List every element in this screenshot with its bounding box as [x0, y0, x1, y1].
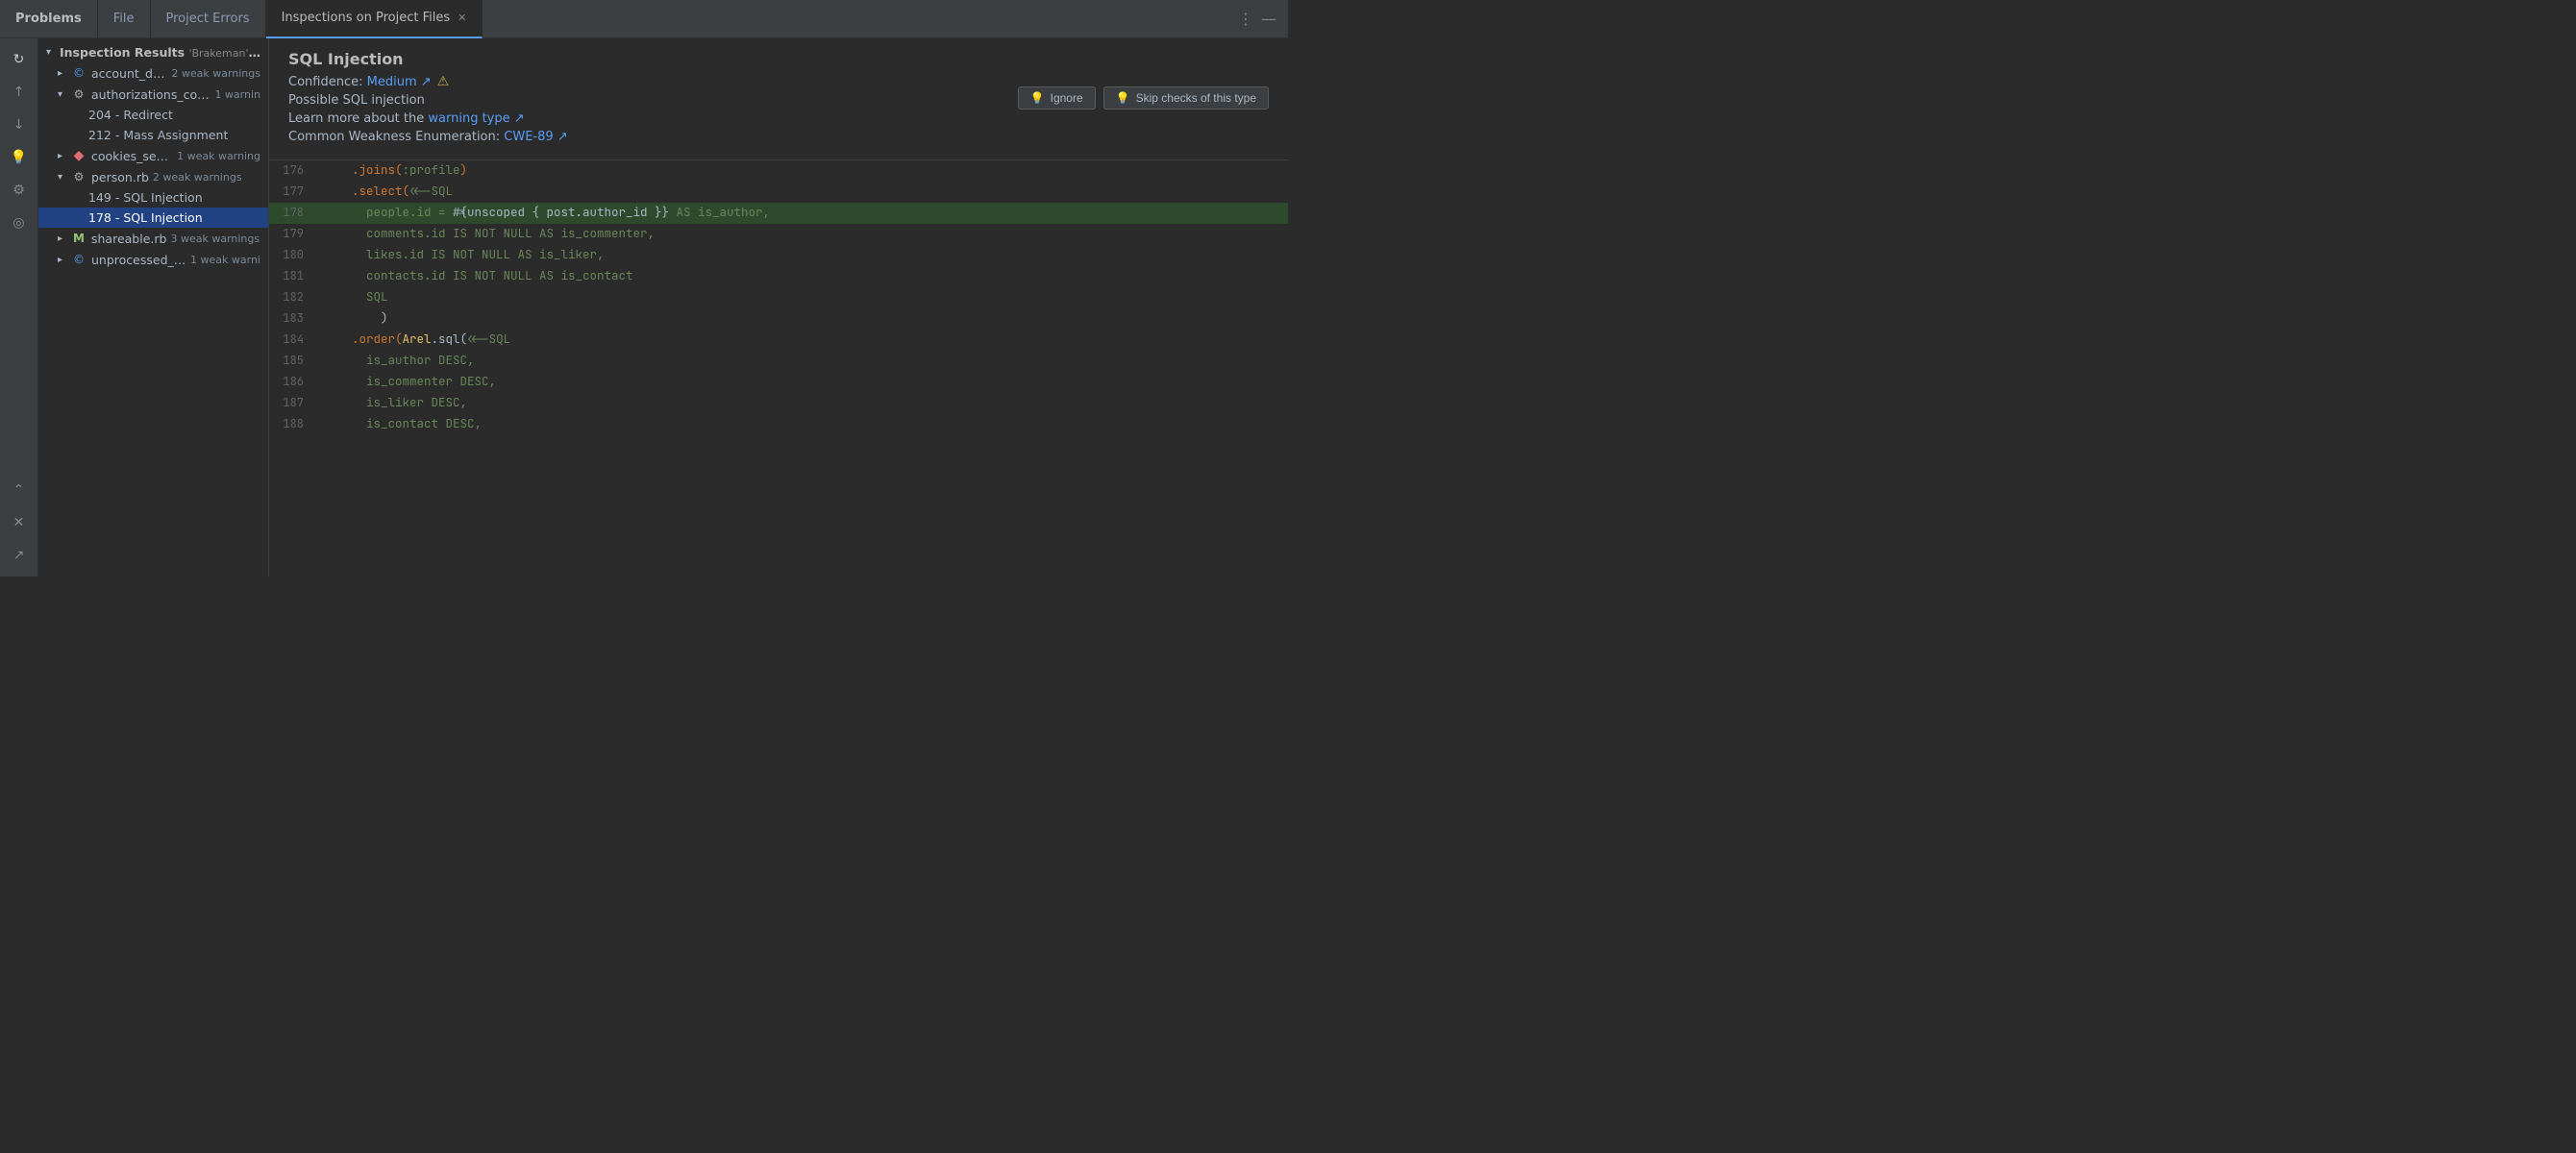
authorizations-arrow-icon: ▾: [58, 89, 71, 100]
ignore-bulb-icon: 💡: [1030, 91, 1045, 105]
inspection-root[interactable]: ▾ Inspection Results 'Brakeman' profile …: [38, 42, 268, 62]
code-line-184: 184 .order(Arel.sql(<<-SQL: [269, 330, 1288, 351]
code-line-181: 181 contacts.id IS NOT NULL AS is_contac…: [269, 266, 1288, 287]
down-icon[interactable]: ↓: [6, 111, 33, 138]
confidence-link[interactable]: Medium ↗: [367, 75, 432, 89]
person-file-icon: ⚙: [71, 169, 87, 184]
tree-item-unprocessed-image[interactable]: ▸ © unprocessed_image.rb 1 weak warni: [38, 249, 268, 270]
root-arrow-icon: ▾: [46, 47, 60, 58]
close-panel-icon[interactable]: ✕: [6, 509, 33, 536]
authorizations-file-icon: ⚙: [71, 86, 87, 102]
tree-item-authorizations-controller[interactable]: ▾ ⚙ authorizations_controller.rb 1 warni…: [38, 84, 268, 105]
collapse-icon[interactable]: ⌃: [6, 477, 33, 503]
code-line-188: 188 is_contact DESC,: [269, 414, 1288, 435]
detail-title: SQL Injection: [288, 50, 1269, 68]
unprocessed-arrow-icon: ▸: [58, 255, 71, 265]
shareable-arrow-icon: ▸: [58, 233, 71, 244]
action-buttons: 💡 Ignore 💡 Skip checks of this type: [1018, 86, 1269, 110]
more-options-icon[interactable]: ⋮: [1238, 10, 1253, 28]
content-panel: SQL Injection Confidence: Medium ↗ ⚠ Pos…: [269, 38, 1288, 576]
unprocessed-file-icon: ©: [71, 252, 87, 267]
tree-item-cookies-serializer[interactable]: ▸ ◆ cookies_serializer.rb 1 weak warning: [38, 145, 268, 166]
tree-item-shareable[interactable]: ▸ M shareable.rb 3 weak warnings: [38, 228, 268, 249]
code-line-185: 185 is_author DESC,: [269, 351, 1288, 372]
bulb-icon[interactable]: 💡: [6, 144, 33, 171]
shareable-file-icon: M: [71, 231, 87, 246]
skip-checks-button[interactable]: 💡 Skip checks of this type: [1103, 86, 1269, 110]
tree-item-person[interactable]: ▾ ⚙ person.rb 2 weak warnings: [38, 166, 268, 187]
cwe-link[interactable]: CWE-89 ↗: [504, 130, 567, 144]
cookies-file-icon: ◆: [71, 148, 87, 163]
warning-type-link[interactable]: warning type ↗: [428, 111, 524, 126]
warning-triangle-icon: ⚠: [437, 74, 450, 89]
info-section: SQL Injection Confidence: Medium ↗ ⚠ Pos…: [269, 38, 1288, 160]
eye-icon[interactable]: ◎: [6, 209, 33, 236]
tab-problems[interactable]: Problems: [0, 0, 98, 38]
confidence-label: Confidence:: [288, 75, 362, 89]
code-line-180: 180 likes.id IS NOT NULL AS is_liker,: [269, 245, 1288, 266]
code-line-179: 179 comments.id IS NOT NULL AS is_commen…: [269, 224, 1288, 245]
cookies-arrow-icon: ▸: [58, 151, 71, 161]
tree-item-sql-injection-149[interactable]: ▸ 149 - SQL Injection: [38, 187, 268, 208]
learn-more-row: Learn more about the warning type ↗: [288, 111, 1269, 126]
code-line-176: 176 .joins(:profile): [269, 160, 1288, 182]
tab-bar: Problems File Project Errors Inspections…: [0, 0, 1288, 38]
code-line-183: 183 ): [269, 308, 1288, 330]
settings-icon[interactable]: ⚙: [6, 177, 33, 204]
tree-item-sql-injection-178[interactable]: ▸ 178 - SQL Injection: [38, 208, 268, 228]
code-line-186: 186 is_commenter DESC,: [269, 372, 1288, 393]
code-view: 176 .joins(:profile) 177 .select(<<-SQL …: [269, 160, 1288, 576]
account-deleter-arrow-icon: ▸: [58, 68, 71, 79]
tree-item-redirect[interactable]: ▸ 204 - Redirect: [38, 105, 268, 125]
ignore-button[interactable]: 💡 Ignore: [1018, 86, 1096, 110]
tab-project-errors[interactable]: Project Errors: [151, 0, 266, 38]
sidebar-icons: ↻ ↑ ↓ 💡 ⚙ ◎ ⌃ ✕ ↗: [0, 38, 38, 576]
tree-item-mass-assignment[interactable]: ▸ 212 - Mass Assignment: [38, 125, 268, 145]
close-tab-icon[interactable]: ✕: [458, 12, 466, 24]
tree-panel: ▾ Inspection Results 'Brakeman' profile …: [38, 38, 269, 576]
minimize-icon[interactable]: —: [1261, 10, 1276, 28]
refresh-icon[interactable]: ↻: [6, 46, 33, 73]
export-icon[interactable]: ↗: [6, 542, 33, 569]
code-line-178: 178 people.id = #{unscoped { post.author…: [269, 203, 1288, 224]
code-line-177: 177 .select(<<-SQL: [269, 182, 1288, 203]
tab-file[interactable]: File: [98, 0, 151, 38]
cwe-row: Common Weakness Enumeration: CWE-89 ↗: [288, 130, 1269, 144]
tree-item-account-deleter[interactable]: ▸ © account_deleter.rb 2 weak warnings: [38, 62, 268, 84]
tab-inspections[interactable]: Inspections on Project Files ✕: [266, 0, 483, 38]
code-line-182: 182 SQL: [269, 287, 1288, 308]
code-line-187: 187 is_liker DESC,: [269, 393, 1288, 414]
main-layout: ↻ ↑ ↓ 💡 ⚙ ◎ ⌃ ✕ ↗ ▾ Inspection Results '…: [0, 38, 1288, 576]
tab-bar-actions: ⋮ —: [1238, 10, 1288, 28]
description-text: Possible SQL injection: [288, 93, 425, 108]
person-arrow-icon: ▾: [58, 172, 71, 183]
skip-bulb-icon: 💡: [1116, 91, 1130, 105]
up-icon[interactable]: ↑: [6, 79, 33, 106]
account-deleter-file-icon: ©: [71, 65, 87, 81]
